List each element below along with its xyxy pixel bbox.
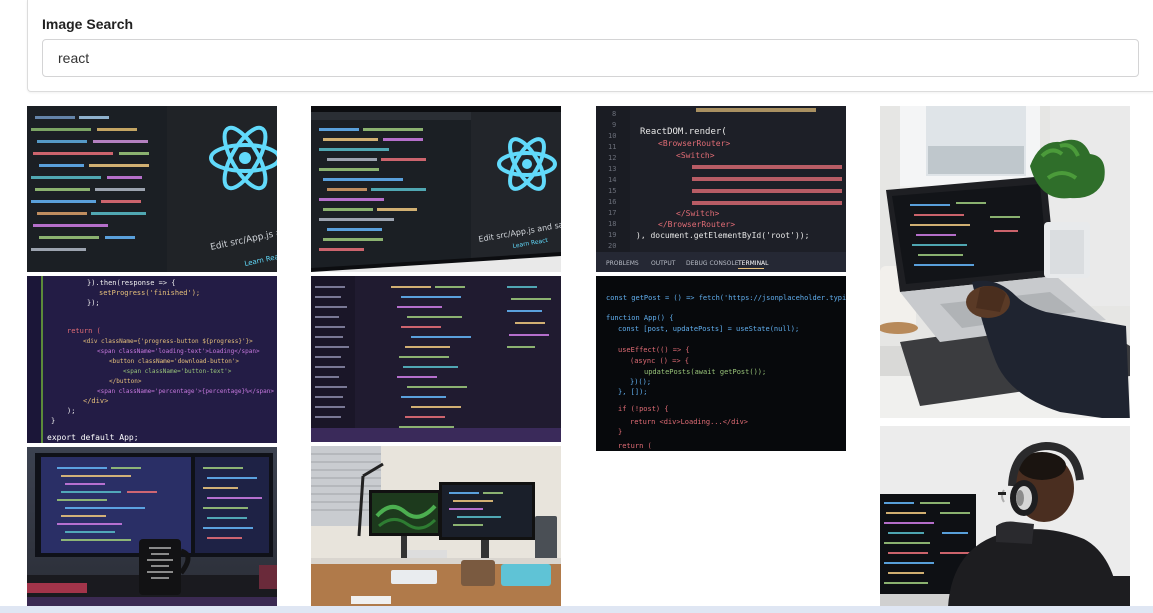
search-card: Image Search — [27, 0, 1153, 92]
code-line: updatePosts(await getPost()); — [644, 368, 766, 376]
code-line: ReactDOM.render( — [640, 127, 727, 137]
line-number: 15 — [608, 187, 616, 195]
code-line: }).then(response => { — [87, 279, 176, 287]
image-result[interactable]: 8 9 10 11 12 13 14 15 16 17 18 19 20 Rea… — [596, 106, 846, 272]
code-line: <Switch> — [676, 151, 715, 160]
search-label: Image Search — [42, 16, 134, 32]
code-line: </BrowserRouter> — [658, 220, 735, 229]
code-line: <div className={'progress-button ${progr… — [83, 338, 253, 345]
line-number: 14 — [608, 176, 616, 184]
code-line: <button className='download-button'> — [109, 358, 239, 365]
line-number: 9 — [612, 121, 616, 129]
code-line: return ( — [67, 327, 101, 335]
image-result[interactable]: Edit src/App.js and save to Learn React — [311, 106, 561, 272]
bottom-scroll-bar — [0, 606, 1153, 613]
dual-monitor-desk-mug-image — [27, 447, 277, 607]
line-number: 13 — [608, 165, 616, 173]
code-line: <span className='loading-text'>Loading</… — [97, 348, 260, 355]
code-line: export default App; — [47, 433, 139, 442]
code-line: function App() { — [606, 314, 673, 322]
line-number: 17 — [608, 209, 616, 217]
image-search-page: Image Search react Edit src/App.js Learn… — [0, 0, 1153, 613]
code-line: </div> — [83, 397, 108, 405]
line-number: 18 — [608, 220, 616, 228]
image-result[interactable] — [880, 426, 1130, 607]
image-result[interactable] — [880, 106, 1130, 418]
code-line: const getPost = () => fetch('https://jso… — [606, 294, 846, 302]
tab-output: OUTPUT — [651, 260, 676, 267]
progress-code-purple-image: }).then(response => { setProgress('finis… — [27, 276, 277, 443]
code-line: <span className='percentage'>{percentage… — [97, 388, 274, 395]
tab-terminal: TERMINAL — [737, 260, 769, 267]
code-line: ), document.getElementById('root')); — [636, 231, 809, 240]
image-result[interactable] — [311, 276, 561, 442]
image-result[interactable] — [27, 447, 277, 607]
code-line: </Switch> — [676, 209, 720, 218]
image-result[interactable]: const getPost = () => fetch('https://jso… — [596, 276, 846, 451]
code-monitor-angled-image — [311, 276, 561, 442]
code-line: }); — [87, 299, 100, 307]
code-line: }, []); — [618, 388, 648, 396]
image-result[interactable]: }).then(response => { setProgress('finis… — [27, 276, 277, 443]
search-input[interactable] — [42, 39, 1139, 77]
image-result[interactable] — [311, 446, 561, 607]
code-line: <span className='button-text'> — [123, 368, 232, 375]
react-logo-monitor-image: Edit src/App.js and save to Learn React — [27, 106, 277, 272]
line-number: 11 — [608, 143, 616, 151]
react-logo-monitor-angled-image: Edit src/App.js and save to Learn React — [311, 106, 561, 272]
line-number: 8 — [612, 110, 616, 118]
code-line: ); — [67, 407, 75, 415]
code-line: return ( — [618, 442, 652, 450]
person-headphones-monitor-image — [880, 426, 1130, 607]
line-number: 10 — [608, 132, 616, 140]
line-number: 20 — [608, 242, 616, 250]
code-line: return <div>Loading...</div> — [630, 418, 748, 426]
tab-problems: PROBLEMS — [606, 260, 639, 267]
code-line: (async () => { — [630, 357, 689, 365]
code-line: <BrowserRouter> — [658, 139, 730, 148]
code-line: if (!post) { — [618, 405, 669, 413]
line-number: 12 — [608, 154, 616, 162]
line-number: 19 — [608, 231, 616, 239]
code-line: </button> — [109, 378, 142, 385]
getpost-code-dark-image: const getPost = () => fetch('https://jso… — [596, 276, 846, 451]
code-line: })(); — [630, 378, 651, 386]
person-laptop-plant-image — [880, 106, 1130, 418]
code-line: const [post, updatePosts] = useState(nul… — [618, 325, 799, 333]
react-router-code-image: 8 9 10 11 12 13 14 15 16 17 18 19 20 Rea… — [596, 106, 846, 272]
tab-debug-console: DEBUG CONSOLE — [686, 260, 739, 267]
code-line: setProgress('finished'); — [99, 289, 200, 297]
code-line: } — [51, 417, 55, 425]
image-result[interactable]: Edit src/App.js and save to Learn React — [27, 106, 277, 272]
code-line: useEffect(() => { — [618, 346, 690, 354]
code-line: } — [618, 428, 622, 436]
desk-setup-dual-monitors-image — [311, 446, 561, 607]
line-number: 16 — [608, 198, 616, 206]
